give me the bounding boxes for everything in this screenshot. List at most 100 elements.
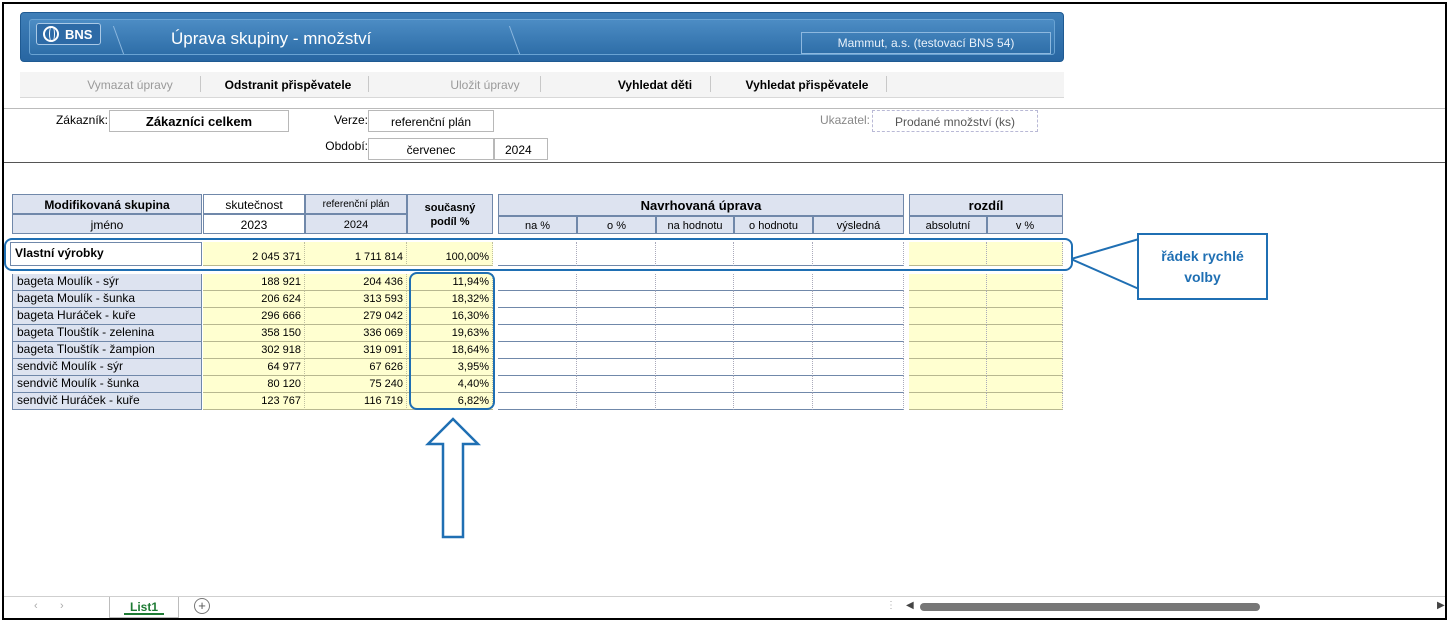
proposal-input[interactable] bbox=[498, 393, 577, 410]
proposal-input[interactable] bbox=[734, 393, 813, 410]
proposal-input[interactable] bbox=[656, 274, 734, 291]
table-row-actual: 64 977 bbox=[203, 359, 305, 376]
proposal-input[interactable] bbox=[813, 325, 904, 342]
proposal-input[interactable] bbox=[813, 291, 904, 308]
splitter-icon[interactable]: ⋮ bbox=[886, 600, 896, 611]
proposal-input[interactable] bbox=[656, 342, 734, 359]
table-row-ref: 313 593 bbox=[305, 291, 407, 308]
table-row-name[interactable]: sendvič Huráček - kuře bbox=[12, 393, 202, 410]
proposal-input[interactable] bbox=[577, 376, 656, 393]
sheet-tab-bar: ‹ › List1 + ⋮ ◀ ▶ bbox=[4, 596, 1445, 618]
diff-value bbox=[987, 342, 1063, 359]
proposal-input[interactable] bbox=[734, 291, 813, 308]
prev-sheet-icon[interactable]: ‹ bbox=[34, 600, 38, 612]
proposal-input[interactable] bbox=[577, 308, 656, 325]
callout-pointer bbox=[1071, 237, 1141, 291]
table-row-name[interactable]: bageta Huráček - kuře bbox=[12, 308, 202, 325]
diff-col-header: absolutní bbox=[909, 216, 987, 234]
table-row-name[interactable]: bageta Moulík - sýr bbox=[12, 274, 202, 291]
proposal-header: Navrhovaná úprava bbox=[498, 194, 904, 216]
proposal-input[interactable] bbox=[813, 393, 904, 410]
toolbar-separator bbox=[710, 76, 711, 92]
proposal-input[interactable] bbox=[577, 342, 656, 359]
proposal-col-header: výsledná bbox=[813, 216, 904, 234]
diff-value bbox=[987, 376, 1063, 393]
proposal-input[interactable] bbox=[813, 359, 904, 376]
proposal-input[interactable] bbox=[577, 325, 656, 342]
annotation-line1: řádek rychlé bbox=[1161, 248, 1244, 264]
proposal-input[interactable] bbox=[656, 325, 734, 342]
add-sheet-icon[interactable]: + bbox=[194, 598, 210, 614]
proposal-input[interactable] bbox=[577, 291, 656, 308]
next-sheet-icon[interactable]: › bbox=[60, 600, 64, 612]
clear-changes-button[interactable]: Vymazat úpravy bbox=[60, 72, 200, 96]
proposal-col-header: o % bbox=[577, 216, 656, 234]
table-row-ref: 75 240 bbox=[305, 376, 407, 393]
table-row-ref: 319 091 bbox=[305, 342, 407, 359]
proposal-input[interactable] bbox=[498, 274, 577, 291]
proposal-input[interactable] bbox=[498, 325, 577, 342]
scroll-right-icon[interactable]: ▶ bbox=[1437, 600, 1445, 611]
indicator-field[interactable]: Prodané množství (ks) bbox=[872, 110, 1038, 132]
table-row-actual: 206 624 bbox=[203, 291, 305, 308]
proposal-input[interactable] bbox=[734, 359, 813, 376]
period-year-field[interactable]: 2024 bbox=[494, 138, 548, 160]
table-row-name[interactable]: bageta Moulík - šunka bbox=[12, 291, 202, 308]
proposal-input[interactable] bbox=[656, 308, 734, 325]
scroll-left-icon[interactable]: ◀ bbox=[906, 600, 914, 611]
callout-pointer-shape bbox=[1071, 237, 1140, 291]
table-row-name[interactable]: bageta Tlouštík - žampion bbox=[12, 342, 202, 359]
proposal-input[interactable] bbox=[813, 274, 904, 291]
period-month-field[interactable]: červenec bbox=[368, 138, 494, 160]
proposal-input[interactable] bbox=[656, 393, 734, 410]
app-header: BNS Úprava skupiny - množství Mammut, a.… bbox=[20, 12, 1064, 62]
up-arrow-shape bbox=[425, 417, 481, 539]
customer-field[interactable]: Zákazníci celkem bbox=[109, 110, 289, 132]
diff-value bbox=[987, 274, 1063, 291]
proposal-input[interactable] bbox=[498, 359, 577, 376]
proposal-input[interactable] bbox=[656, 359, 734, 376]
bns-logo[interactable]: BNS bbox=[36, 23, 102, 45]
horizontal-scrollbar[interactable] bbox=[920, 603, 1260, 611]
table-row-name[interactable]: sendvič Moulík - šunka bbox=[12, 376, 202, 393]
proposal-input[interactable] bbox=[734, 376, 813, 393]
proposal-input[interactable] bbox=[813, 376, 904, 393]
proposal-input[interactable] bbox=[498, 308, 577, 325]
table-row-actual: 358 150 bbox=[203, 325, 305, 342]
name-header: jméno bbox=[12, 214, 202, 234]
proposal-input[interactable] bbox=[577, 359, 656, 376]
diff-value bbox=[987, 291, 1063, 308]
table-row-ref: 279 042 bbox=[305, 308, 407, 325]
version-field[interactable]: referenční plán bbox=[368, 110, 494, 132]
find-children-button[interactable]: Vyhledat děti bbox=[600, 72, 710, 96]
proposal-input[interactable] bbox=[813, 308, 904, 325]
proposal-input[interactable] bbox=[734, 325, 813, 342]
ref-header: referenční plán bbox=[305, 194, 407, 214]
group-header: Modifikovaná skupina bbox=[12, 194, 202, 214]
diff-value bbox=[909, 376, 987, 393]
quick-row-callout bbox=[4, 238, 1073, 271]
proposal-input[interactable] bbox=[656, 291, 734, 308]
proposal-input[interactable] bbox=[734, 342, 813, 359]
proposal-input[interactable] bbox=[734, 308, 813, 325]
proposal-input[interactable] bbox=[813, 342, 904, 359]
proposal-input[interactable] bbox=[498, 291, 577, 308]
diff-value bbox=[987, 325, 1063, 342]
proposal-input[interactable] bbox=[498, 342, 577, 359]
sheet-tab-list1[interactable]: List1 bbox=[109, 597, 179, 618]
proposal-input[interactable] bbox=[656, 376, 734, 393]
period-label: Období: bbox=[325, 139, 368, 153]
proposal-input[interactable] bbox=[577, 274, 656, 291]
find-contributors-button[interactable]: Vyhledat přispěvatele bbox=[732, 72, 882, 96]
save-changes-button[interactable]: Uložit úpravy bbox=[430, 72, 540, 96]
table-row-name[interactable]: sendvič Moulík - sýr bbox=[12, 359, 202, 376]
toolbar: Vymazat úpravy Odstranit přispěvatele Ul… bbox=[20, 72, 1064, 98]
remove-contributors-button[interactable]: Odstranit přispěvatele bbox=[208, 72, 368, 96]
diff-value bbox=[909, 393, 987, 410]
proposal-input[interactable] bbox=[734, 274, 813, 291]
proposal-input[interactable] bbox=[498, 376, 577, 393]
table-row-name[interactable]: bageta Tlouštík - zelenina bbox=[12, 325, 202, 342]
proposal-col-header: na % bbox=[498, 216, 577, 234]
proposal-input[interactable] bbox=[577, 393, 656, 410]
divider bbox=[4, 162, 1445, 163]
